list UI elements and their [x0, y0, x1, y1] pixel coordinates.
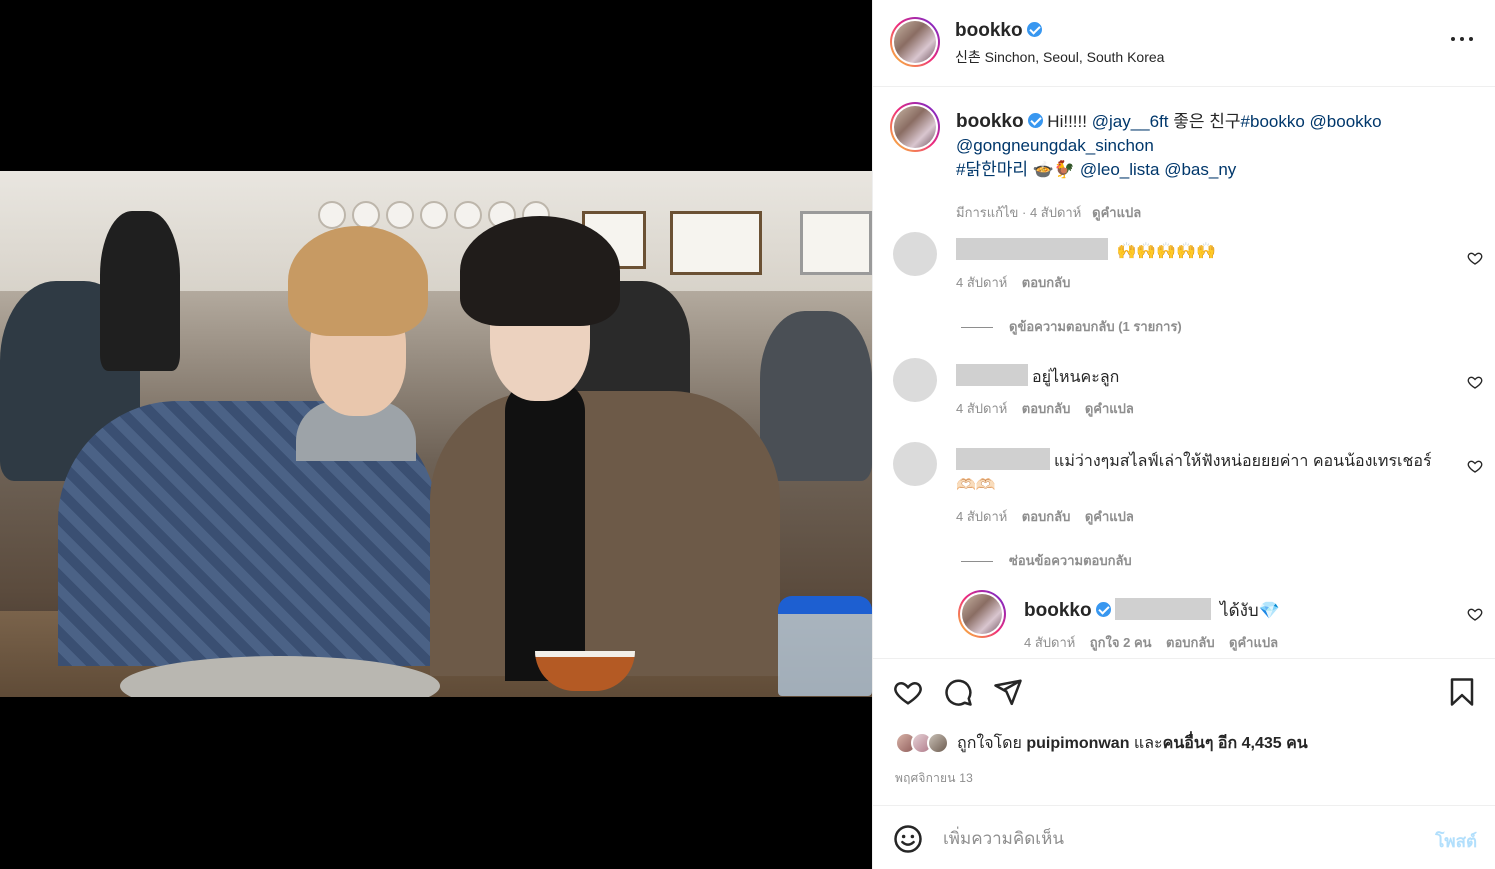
reply-username[interactable]: bookko: [1024, 600, 1092, 621]
more-icon[interactable]: [1451, 34, 1473, 44]
liker-avatar: [927, 732, 949, 754]
view-replies-button[interactable]: ดูข้อความตอบกลับ (1 รายการ): [961, 316, 1182, 337]
verified-badge: [1027, 113, 1043, 128]
translate-link[interactable]: ดูคำแปล: [1229, 635, 1278, 650]
commenter-avatar[interactable]: [893, 358, 937, 402]
comment-icon[interactable]: [943, 677, 973, 707]
emoji-icon[interactable]: [893, 824, 923, 854]
post-side-panel: bookko 신촌 Sinchon, Seoul, South Korea bo…: [872, 0, 1495, 869]
caption-avatar[interactable]: [890, 102, 940, 152]
redacted-username: [956, 448, 1050, 470]
commenter-avatar[interactable]: [893, 442, 937, 486]
mention-link[interactable]: @gongneungdak_sinchon: [956, 136, 1154, 155]
translate-link[interactable]: ดูคำแปล: [1085, 509, 1134, 524]
liker-username[interactable]: puipimonwan: [1026, 735, 1129, 752]
mention-link[interactable]: @bookko: [1310, 112, 1382, 131]
translate-link[interactable]: ดูคำแปล: [1092, 205, 1141, 220]
mention-link[interactable]: @leo_lista: [1080, 160, 1160, 179]
reply-button[interactable]: ตอบกลับ: [1022, 401, 1071, 416]
mention-link[interactable]: @bas_ny: [1164, 160, 1236, 179]
verified-badge: [1095, 602, 1111, 617]
heart-icon[interactable]: [1467, 606, 1483, 622]
hashtag-link[interactable]: #bookko: [1241, 112, 1305, 131]
person-right: [430, 216, 780, 681]
mention-link[interactable]: @jay__6ft: [1092, 112, 1169, 131]
post-date[interactable]: พฤศจิกายน 13: [895, 769, 973, 788]
redacted-username: [956, 364, 1028, 386]
comments-list[interactable]: bookko Hi!!!!! @jay__6ft 좋은 친구#bookko @b…: [873, 88, 1495, 657]
verified-badge: [1026, 22, 1042, 37]
reply-button[interactable]: ตอบกลับ: [1022, 509, 1071, 524]
commenter-avatar[interactable]: [893, 232, 937, 276]
reply-button[interactable]: ตอบกลับ: [1166, 635, 1215, 650]
reply-avatar[interactable]: [958, 590, 1006, 638]
post-media-area: [0, 0, 872, 869]
likes-summary: ถูกใจโดย puipimonwan และคนอื่นๆ อีก 4,43…: [895, 730, 1308, 756]
caption-username[interactable]: bookko: [956, 111, 1024, 132]
redacted-mention: [1115, 598, 1212, 620]
author-avatar[interactable]: [890, 17, 940, 67]
post-header: bookko 신촌 Sinchon, Seoul, South Korea: [873, 0, 1495, 87]
caption-emoji: 🍲🐓: [1032, 160, 1076, 179]
translate-link[interactable]: ดูคำแปล: [1085, 401, 1134, 416]
share-icon[interactable]: [993, 677, 1023, 707]
author-username[interactable]: bookko: [955, 20, 1042, 42]
instagram-post-modal: bookko 신촌 Sinchon, Seoul, South Korea bo…: [0, 0, 1495, 869]
comment-input[interactable]: [943, 824, 1403, 854]
bookmark-icon[interactable]: [1447, 677, 1477, 707]
heart-icon[interactable]: [1467, 458, 1483, 474]
caption-meta: มีการแก้ไข · 4 สัปดาห์ ดูคำแปล: [956, 205, 1142, 220]
others-likes-link[interactable]: คนอื่นๆ อีก 4,435 คน: [1163, 735, 1308, 752]
heart-icon[interactable]: [1467, 374, 1483, 390]
heart-icon[interactable]: [893, 677, 923, 707]
post-photo[interactable]: [0, 171, 872, 697]
reply-likes[interactable]: ถูกใจ 2 คน: [1090, 635, 1152, 650]
water-jar: [778, 596, 872, 696]
add-comment-bar: โพสต์: [873, 805, 1495, 869]
post-actions: ถูกใจโดย puipimonwan และคนอื่นๆ อีก 4,43…: [873, 658, 1495, 804]
hashtag-link[interactable]: #닭한마리: [956, 160, 1028, 179]
person-left: [48, 226, 438, 666]
post-location[interactable]: 신촌 Sinchon, Seoul, South Korea: [955, 47, 1164, 67]
caption-text: bookko Hi!!!!! @jay__6ft 좋은 친구#bookko @b…: [956, 111, 1382, 179]
redacted-username: [956, 238, 1108, 260]
post-comment-button[interactable]: โพสต์: [1435, 828, 1477, 855]
hide-replies-button[interactable]: ซ่อนข้อความตอบกลับ: [961, 550, 1132, 571]
reply-button[interactable]: ตอบกลับ: [1022, 275, 1071, 290]
heart-icon[interactable]: [1467, 250, 1483, 266]
